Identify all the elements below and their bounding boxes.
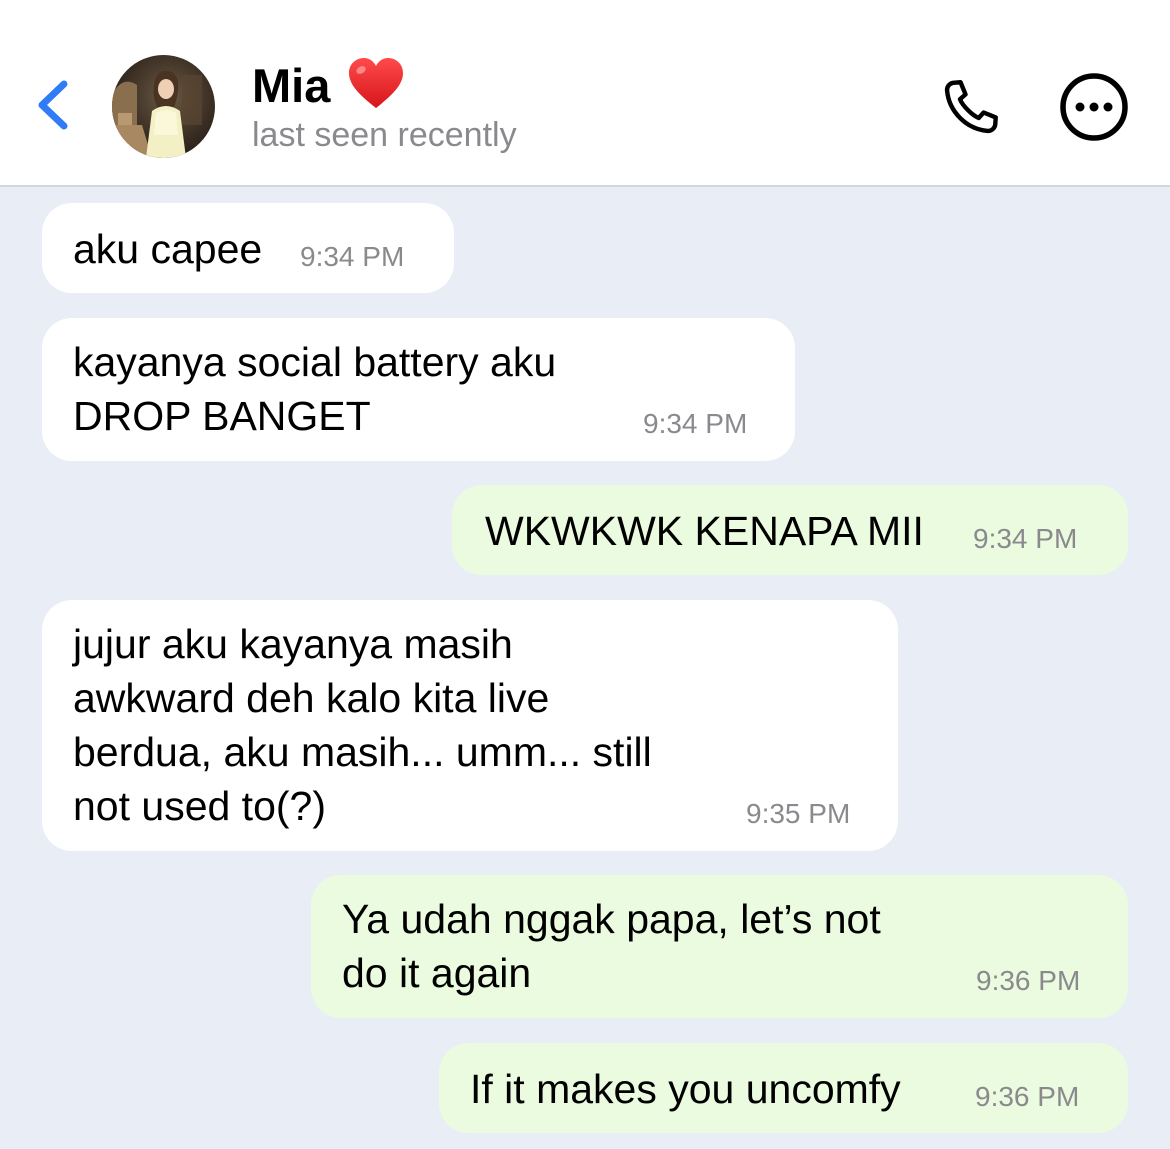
message-bubble[interactable]: aku capee 9:34 PM (42, 203, 454, 293)
avatar-photo (112, 55, 215, 158)
phone-icon (944, 80, 998, 134)
contact-status: last seen recently (252, 116, 517, 154)
message-time: 9:36 PM (976, 965, 1081, 996)
message-text: DROP BANGET (73, 393, 371, 439)
message-time: 9:35 PM (746, 798, 851, 829)
message-bubble[interactable]: WKWKWK KENAPA MII 9:34 PM (452, 485, 1128, 575)
message-text: aku capee (73, 226, 263, 272)
avatar[interactable] (112, 55, 215, 158)
message-bubble[interactable]: If it makes you uncomfy 9:36 PM (439, 1043, 1128, 1133)
message-text: WKWKWK KENAPA MII (485, 508, 924, 554)
message-text: kayanya social battery aku (73, 339, 557, 385)
message-text: jujur aku kayanya masih (73, 621, 513, 667)
contact-name: Mia (252, 59, 331, 112)
message-text: not used to(?) (73, 783, 326, 829)
message-time: 9:36 PM (975, 1081, 1080, 1112)
message-bubble[interactable]: jujur aku kayanya masih awkward deh kalo… (42, 600, 898, 851)
message-time: 9:34 PM (300, 241, 405, 272)
ellipsis-circle-icon (1060, 73, 1128, 141)
message-bubble[interactable]: kayanya social battery aku DROP BANGET 9… (42, 318, 795, 461)
message-text: If it makes you uncomfy (470, 1066, 901, 1112)
chevron-left-icon (38, 80, 68, 130)
message-text: berdua, aku masih... umm... still (73, 729, 652, 775)
chat-header: Mia last seen recently (0, 0, 1170, 187)
message-text: do it again (342, 950, 532, 996)
back-button[interactable] (30, 72, 76, 138)
red-heart-icon (346, 56, 406, 112)
call-button[interactable] (938, 74, 1004, 140)
message-time: 9:34 PM (973, 523, 1078, 554)
message-time: 9:34 PM (643, 408, 748, 439)
message-text: Ya udah nggak papa, let’s not (342, 896, 881, 942)
message-bubble[interactable]: Ya udah nggak papa, let’s not do it agai… (311, 875, 1128, 1018)
message-text: awkward deh kalo kita live (73, 675, 550, 721)
more-options-button[interactable] (1058, 71, 1130, 143)
